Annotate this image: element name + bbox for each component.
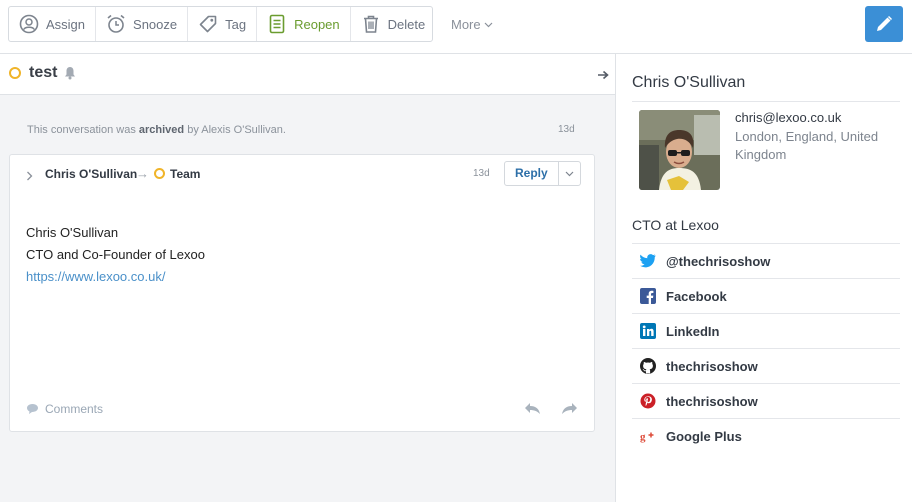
more-dropdown[interactable]: More xyxy=(451,17,493,32)
tag-button[interactable]: Tag xyxy=(188,7,258,41)
message-card: Chris O'Sullivan → Team 13d Reply Chris … xyxy=(9,154,595,432)
tag-label: Tag xyxy=(225,16,247,32)
twitter-icon xyxy=(639,253,656,270)
signature-title: CTO and Co-Founder of Lexoo xyxy=(26,247,205,262)
team-status-icon xyxy=(154,168,165,179)
social-item-twitter[interactable]: @thechrisoshow xyxy=(632,243,900,278)
bell-icon[interactable] xyxy=(64,66,76,85)
contact-name: Chris O'Sullivan xyxy=(632,74,746,91)
top-toolbar: Assign Snooze Tag Reopen Delete More xyxy=(0,0,912,54)
arrow-right-icon: → xyxy=(136,166,149,181)
contact-profile: Chris O'Sullivan chris@lexoo.co.uk Londo… xyxy=(615,54,912,502)
chevron-down-icon xyxy=(484,22,493,27)
archived-timestamp: 13d xyxy=(558,124,575,135)
chevron-down-icon xyxy=(565,171,574,176)
more-label: More xyxy=(451,17,481,32)
comments-label: Comments xyxy=(45,402,104,416)
compose-button[interactable] xyxy=(865,6,903,42)
google-plus-icon: g xyxy=(639,428,656,445)
social-label: LinkedIn xyxy=(666,323,720,339)
trash-icon xyxy=(361,14,381,34)
reply-button-group: Reply xyxy=(504,161,581,186)
reopen-label: Reopen xyxy=(294,16,340,32)
divider xyxy=(632,101,900,102)
conversation-title: test xyxy=(29,64,58,81)
archived-prefix: This conversation was xyxy=(27,124,139,136)
reopen-icon xyxy=(267,14,287,34)
social-label: Facebook xyxy=(666,288,727,304)
social-profiles: @thechrisoshow Facebook LinkedIn thechri… xyxy=(632,243,900,453)
social-item-linkedin[interactable]: LinkedIn xyxy=(632,313,900,348)
social-label: Google Plus xyxy=(666,428,742,444)
avatar xyxy=(639,110,720,190)
message-recipient[interactable]: Team xyxy=(170,167,200,181)
archived-suffix: by Alexis O'Sullivan. xyxy=(184,124,286,136)
linkedin-icon xyxy=(639,323,656,340)
reply-arrow-icon[interactable] xyxy=(524,402,541,420)
assign-label: Assign xyxy=(46,16,86,32)
contact-role: CTO at Lexoo xyxy=(632,217,719,233)
social-item-pinterest[interactable]: thechrisoshow xyxy=(632,383,900,418)
conversation-actions: Assign Snooze Tag Reopen Delete xyxy=(8,6,433,42)
social-label: @thechrisoshow xyxy=(666,253,771,269)
social-item-facebook[interactable]: Facebook xyxy=(632,278,900,313)
speech-bubble-icon xyxy=(27,404,38,414)
assign-button[interactable]: Assign xyxy=(9,7,97,41)
forward-arrow-icon[interactable] xyxy=(561,402,578,420)
message-sender[interactable]: Chris O'Sullivan xyxy=(45,167,137,181)
archived-word: archived xyxy=(138,124,185,136)
tag-icon xyxy=(198,14,218,34)
social-item-google-plus[interactable]: g Google Plus xyxy=(632,418,900,453)
contact-email[interactable]: chris@lexoo.co.uk xyxy=(735,110,841,125)
conversation-pane: test This conversation was archived by A… xyxy=(0,54,615,502)
social-label: thechrisoshow xyxy=(666,358,758,374)
svg-text:g: g xyxy=(640,431,646,443)
social-item-github[interactable]: thechrisoshow xyxy=(632,348,900,383)
archived-notice: This conversation was archived by Alexis… xyxy=(27,124,286,136)
assign-icon xyxy=(19,14,39,34)
reopen-button[interactable]: Reopen xyxy=(257,7,351,41)
reply-options-button[interactable] xyxy=(559,162,580,185)
delete-button[interactable]: Delete xyxy=(351,7,436,41)
collapse-sidebar-icon[interactable] xyxy=(598,67,609,85)
snooze-label: Snooze xyxy=(133,16,178,32)
pencil-icon xyxy=(877,15,893,31)
signature-name: Chris O'Sullivan xyxy=(26,225,119,240)
social-label: thechrisoshow xyxy=(666,393,758,409)
facebook-icon xyxy=(639,288,656,305)
alarm-clock-icon xyxy=(106,14,126,34)
message-body: Chris O'Sullivan CTO and Co-Founder of L… xyxy=(26,222,205,288)
delete-label: Delete xyxy=(387,16,426,32)
conversation-header: test xyxy=(0,54,615,95)
open-status-icon xyxy=(9,67,21,79)
signature-link[interactable]: https://www.lexoo.co.uk/ xyxy=(26,266,205,288)
expand-chevron-icon[interactable] xyxy=(26,168,33,186)
comments-button[interactable]: Comments xyxy=(26,402,103,416)
message-timestamp: 13d xyxy=(473,168,490,179)
github-icon xyxy=(639,358,656,375)
reply-button[interactable]: Reply xyxy=(505,162,559,185)
pinterest-icon xyxy=(639,393,656,410)
snooze-button[interactable]: Snooze xyxy=(96,7,189,41)
contact-location: London, England, United Kingdom xyxy=(735,129,879,162)
